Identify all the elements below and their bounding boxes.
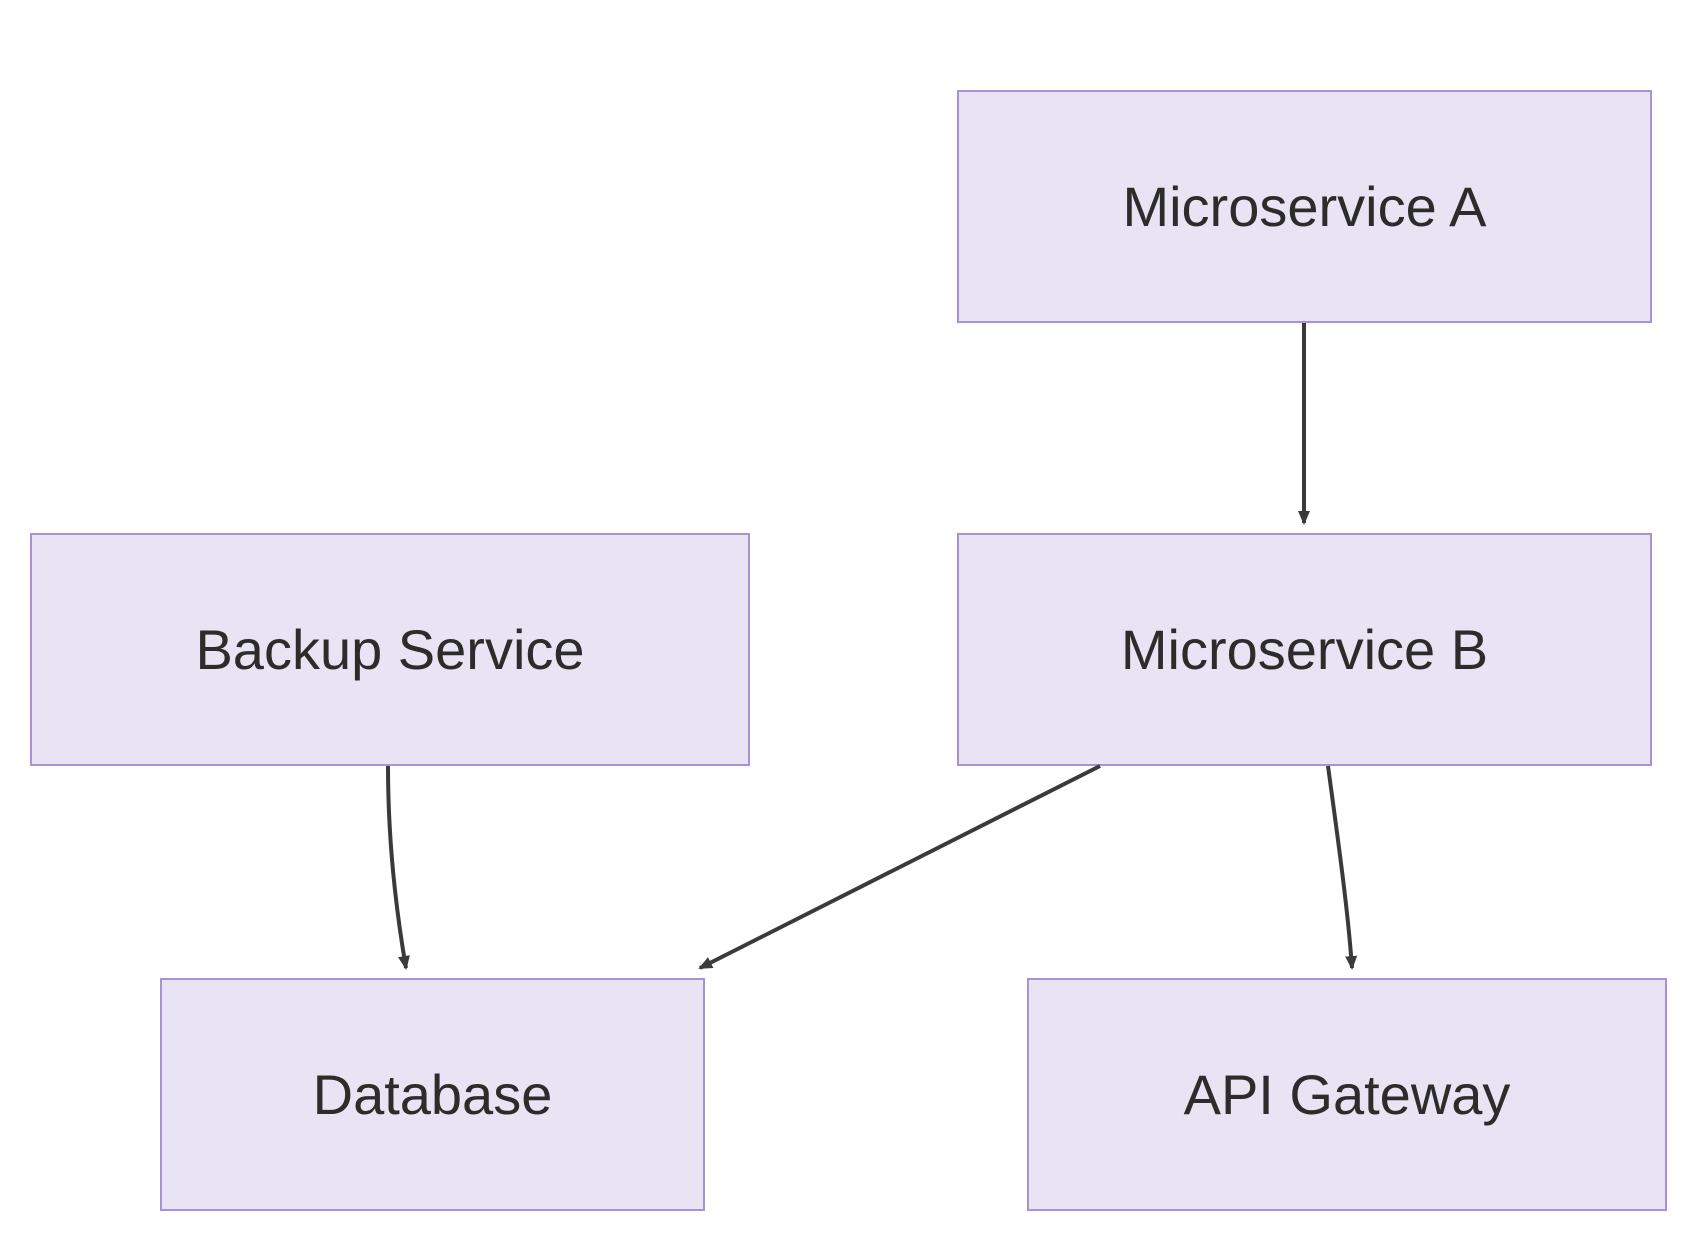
edge-mb-to-apigw xyxy=(1328,766,1352,968)
node-label: API Gateway xyxy=(1184,1062,1511,1127)
node-label: Microservice A xyxy=(1122,174,1486,239)
node-label: Database xyxy=(313,1062,553,1127)
node-backup-service: Backup Service xyxy=(30,533,750,766)
node-microservice-b: Microservice B xyxy=(957,533,1652,766)
node-label: Backup Service xyxy=(195,617,584,682)
node-api-gateway: API Gateway xyxy=(1027,978,1667,1211)
node-database: Database xyxy=(160,978,705,1211)
node-microservice-a: Microservice A xyxy=(957,90,1652,323)
edge-backup-to-database xyxy=(388,766,406,968)
edge-mb-to-database xyxy=(700,766,1100,968)
node-label: Microservice B xyxy=(1121,617,1488,682)
